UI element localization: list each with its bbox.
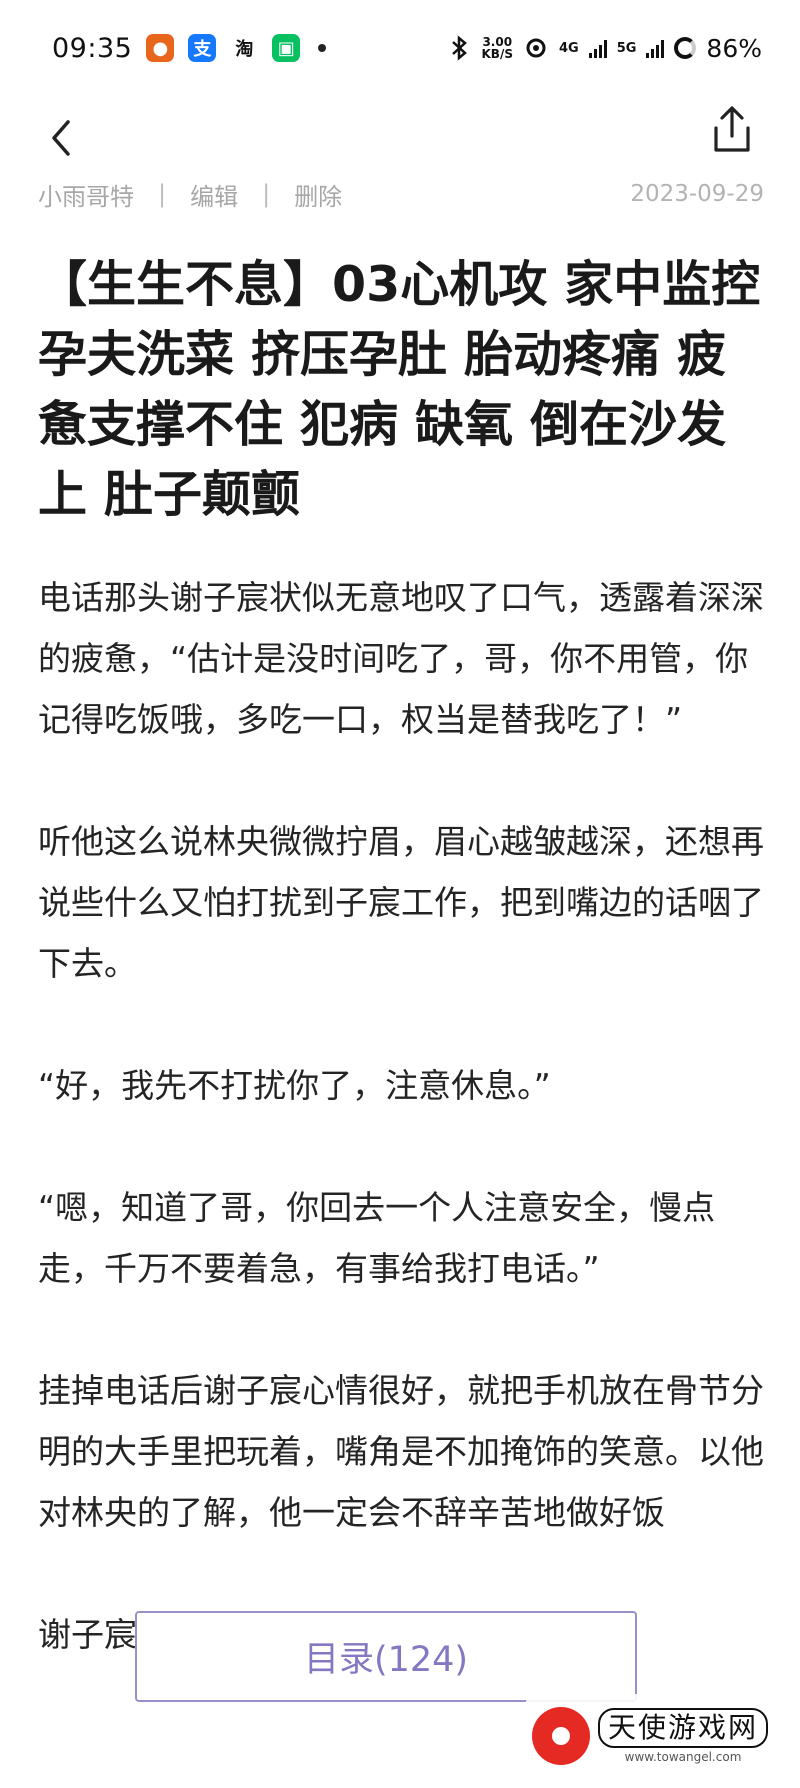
nav-bar [0,96,800,186]
article-paragraph: “好，我先不打扰你了，注意休息。” [38,1066,551,1105]
network-type-2: 5G [616,40,637,56]
status-right: 3.00 KB/S 4G 5G 86% [446,33,762,63]
network-speed: 3.00 KB/S [482,36,513,60]
share-icon [714,106,750,152]
edit-link[interactable]: 编辑 [190,177,238,212]
article-title: 【生生不息】03心机攻 家中监控 孕夫洗菜 挤压孕肚 胎动疼痛 疲惫支撑不住 犯… [38,256,761,523]
status-bar: 09:35 ● 支 淘 ▣ 3.00 KB/S 4G 5G 86% [0,0,800,96]
battery-percent: 86% [706,33,762,63]
article-paragraph: 挂掉电话后谢子宸心情很好，就把手机放在骨节分明的大手里把玩着，嘴角是不加掩饰的笑… [38,1371,764,1532]
article-paragraph: 听他这么说林央微微拧眉，眉心越皱越深，还想再说些什么又怕打扰到子宸工作，把到嘴边… [38,822,764,983]
delete-link[interactable]: 删除 [294,177,342,212]
network-type-1: 4G [558,40,579,56]
share-button[interactable] [708,102,756,158]
watermark-logo-icon [532,1707,590,1765]
meta-divider: | [158,180,167,208]
more-notifications-dot [318,44,327,52]
meta-divider: | [262,180,271,208]
publish-date: 2023-09-29 [630,181,764,207]
network-speed-unit: KB/S [481,47,513,61]
article-meta: 小雨哥特 | 编辑 | 删除 2023-09-29 [38,174,764,214]
clock: 09:35 [52,32,133,64]
back-button[interactable] [42,114,82,162]
article-body: 电话那头谢子宸状似无意地叹了口气，透露着深深的疲惫，“估计是没时间吃了，哥，你不… [38,567,768,1726]
status-left: 09:35 ● 支 淘 ▣ [52,32,327,64]
taobao-icon: 淘 [230,34,259,62]
article-paragraph: “嗯，知道了哥，你回去一个人注意安全，慢点走，千万不要着急，有事给我打电话。” [38,1188,716,1288]
chevron-left-icon [52,120,70,156]
author-name[interactable]: 小雨哥特 [38,177,134,212]
site-watermark: 天使游戏网 www.towangel.com [526,1694,788,1778]
bluetooth-icon [451,35,467,61]
alipay-icon: 支 [188,34,217,62]
watermark-url: www.towangel.com [624,1750,742,1764]
article-paragraph: 电话那头谢子宸状似无意地叹了口气，透露着深深的疲惫，“估计是没时间吃了，哥，你不… [38,578,764,739]
watermark-text: 天使游戏网 www.towangel.com [598,1708,769,1764]
table-of-contents-button[interactable]: 目录(124) [135,1611,637,1702]
pumpkin-app-icon: ● [146,34,175,62]
signal-bars-1-icon [588,38,607,58]
wechat-icon: ▣ [272,34,301,62]
battery-icon [674,37,697,59]
settings-status-icon [526,38,546,58]
signal-bars-2-icon [646,38,665,58]
watermark-name: 天使游戏网 [598,1708,769,1748]
